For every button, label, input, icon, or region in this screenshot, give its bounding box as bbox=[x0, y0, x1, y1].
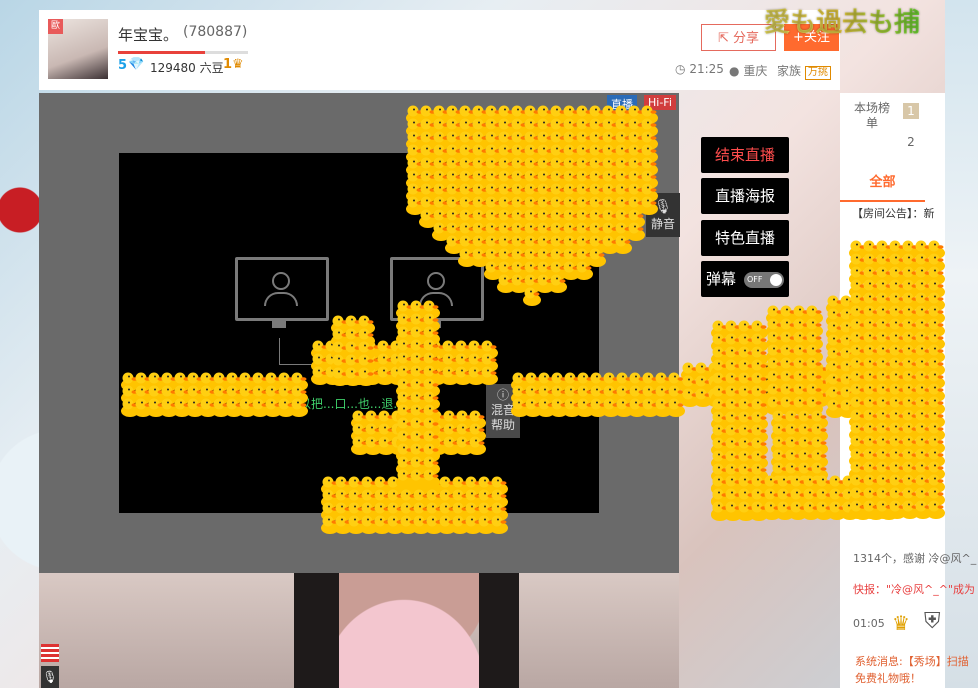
danmaku-label: 弹幕 bbox=[705, 270, 736, 288]
menu-icon[interactable] bbox=[41, 644, 59, 662]
camera-feed-below bbox=[39, 573, 679, 688]
crown-level: 1♛ bbox=[223, 57, 244, 72]
special-live-button[interactable]: 特色直播 bbox=[701, 220, 789, 256]
overlay-lyric-text: 愛も過去も捕 bbox=[764, 2, 920, 39]
system-message: 系统消息:【秀场】扫描 免费礼物哦！ bbox=[855, 653, 969, 687]
avatar[interactable]: 歐 bbox=[48, 19, 108, 79]
video-player[interactable]: 直播 Hi-Fi 正在... 以把...口...也...退... 🎙 静音 ⓘ … bbox=[39, 93, 680, 573]
crown-badge-icon: ♛ bbox=[892, 611, 910, 635]
beans-count: 129480 六豆 bbox=[150, 61, 224, 75]
mix-label: 混音帮助 bbox=[490, 403, 515, 432]
time-text: 21:25 bbox=[689, 62, 724, 76]
crown-level-number: 1 bbox=[223, 57, 233, 72]
share-label: 分享 bbox=[733, 31, 760, 46]
avatar-badge: 歐 bbox=[48, 19, 63, 34]
status-text: 正在... bbox=[321, 358, 357, 372]
level-number: 5 bbox=[118, 58, 128, 73]
room-id: (780887) bbox=[183, 24, 248, 40]
end-live-button[interactable]: 结束直播 bbox=[701, 137, 789, 173]
family-display: 家族 万挑 bbox=[777, 62, 831, 80]
microphone-icon: 🎙 bbox=[654, 199, 672, 215]
rank-2: 2 bbox=[907, 135, 915, 149]
mute-label: 静音 bbox=[650, 217, 675, 231]
live-tag: 直播 bbox=[607, 95, 637, 113]
danmaku-toggle[interactable]: OFF bbox=[744, 271, 784, 288]
monitor-icon bbox=[235, 257, 329, 328]
system-message-line1: 系统消息:【秀场】扫描 bbox=[855, 655, 969, 668]
location-icon: ● bbox=[729, 64, 740, 78]
hifi-tag: Hi-Fi bbox=[644, 95, 676, 110]
room-header: 歐 年宝宝。 (780887) 5 💎 129480 六豆 1♛ ⇱ 分享 +关… bbox=[39, 10, 840, 90]
time-display: ◷ 21:25 bbox=[675, 62, 724, 76]
clock-icon: ◷ bbox=[675, 62, 686, 76]
diamond-icon: 💎 bbox=[128, 57, 145, 72]
green-hint-text: 以把...口...也...退... bbox=[299, 397, 405, 411]
location-text: 重庆 bbox=[743, 64, 768, 78]
thanks-message: 1314个，感谢 冷@风^_ bbox=[853, 552, 977, 565]
share-icon: ⇱ bbox=[717, 31, 729, 46]
live-poster-button[interactable]: 直播海报 bbox=[701, 178, 789, 214]
location-display: ● 重庆 bbox=[729, 62, 767, 79]
tab-all[interactable]: 全部 bbox=[840, 165, 925, 202]
rank-1: 1 bbox=[903, 103, 919, 119]
mute-button[interactable]: 🎙 静音 bbox=[646, 193, 680, 237]
mix-help-button[interactable]: ⓘ 混音帮助 bbox=[486, 384, 520, 438]
side-microphone-icon[interactable]: 🎙 bbox=[41, 666, 59, 688]
crown-icon: ♛ bbox=[232, 57, 244, 72]
level-progress-bar bbox=[118, 51, 248, 54]
help-icon: ⓘ bbox=[496, 388, 509, 402]
video-area[interactable]: 正在... 以把...口...也...退... bbox=[119, 153, 599, 513]
news-message: 快报："冷@风^_^"成为 bbox=[853, 583, 976, 596]
family-label: 家族 bbox=[777, 64, 802, 78]
shield-badge-icon: ⛨ bbox=[924, 609, 941, 634]
rank-label[interactable]: 本场榜单 bbox=[852, 101, 892, 131]
family-badge[interactable]: 万挑 bbox=[804, 66, 831, 80]
danmaku-toggle-button[interactable]: 弹幕 OFF bbox=[701, 261, 789, 297]
anchor-name: 年宝宝。 bbox=[118, 26, 179, 44]
monitor-icon-2 bbox=[390, 257, 484, 328]
system-message-line2: 免费礼物哦！ bbox=[855, 672, 921, 685]
room-notice: 【房间公告】：新 bbox=[852, 207, 935, 220]
message-time: 01:05 bbox=[853, 617, 885, 630]
right-panel: 本场榜单 1 2 全部 【房间公告】：新 1314个，感谢 冷@风^_ 快报："… bbox=[840, 93, 976, 688]
